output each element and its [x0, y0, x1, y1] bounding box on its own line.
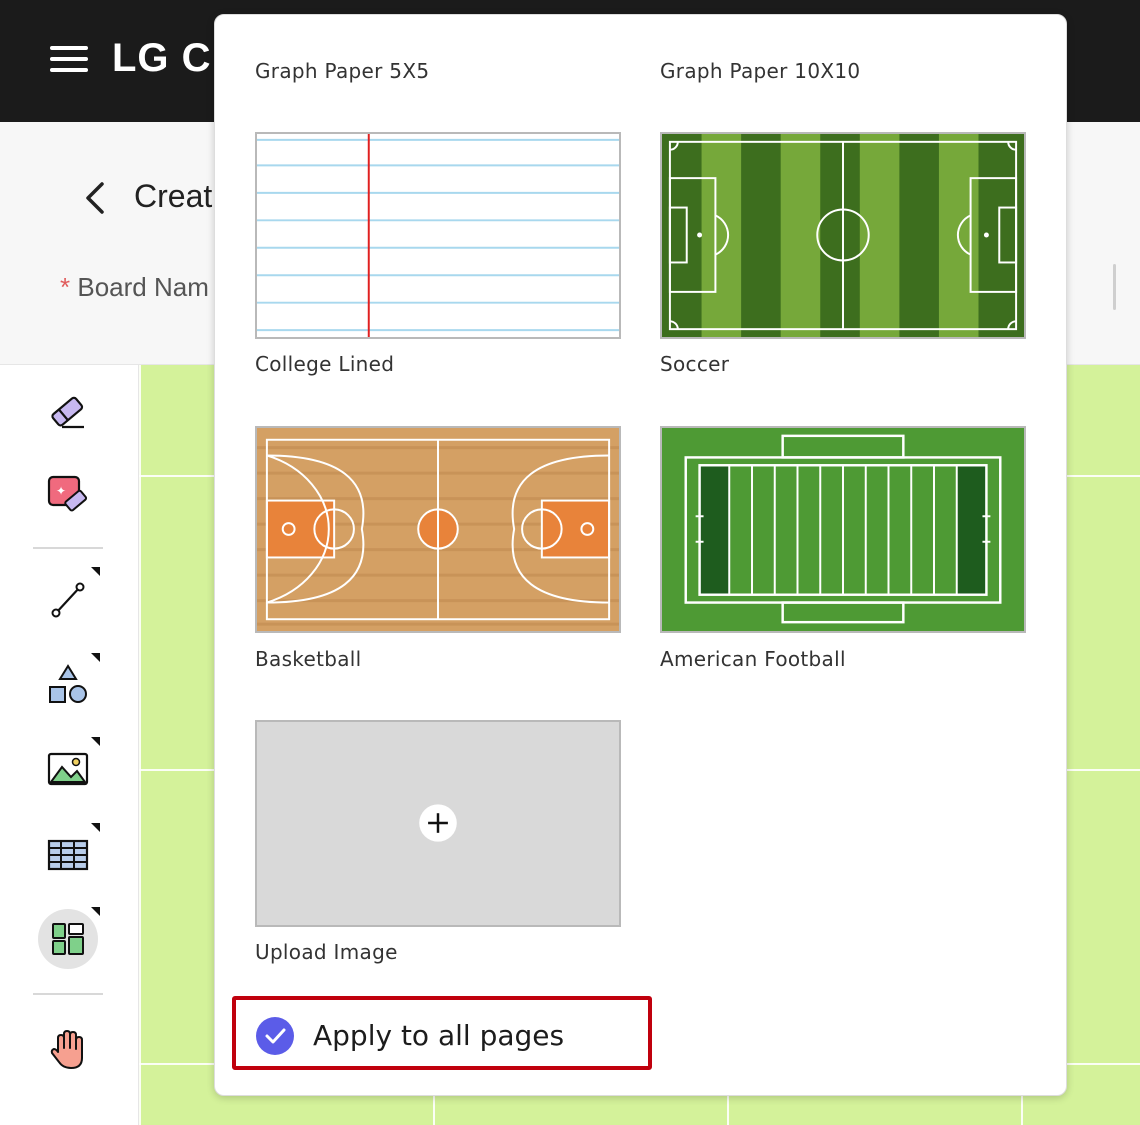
template-american-football[interactable] — [660, 426, 1026, 633]
template-label[interactable]: Graph Paper 5X5 — [255, 59, 429, 83]
apply-to-all-pages-label: Apply to all pages — [313, 1019, 565, 1052]
page-title: Creat — [134, 178, 213, 214]
upload-image-tile[interactable] — [255, 720, 621, 927]
template-icon[interactable] — [38, 907, 100, 969]
scrollbar[interactable] — [1113, 264, 1116, 310]
required-mark: * — [60, 272, 71, 302]
template-label[interactable]: American Football — [660, 647, 846, 671]
template-label[interactable]: Soccer — [660, 352, 729, 376]
eraser-icon[interactable] — [38, 381, 98, 441]
template-label[interactable]: College Lined — [255, 352, 394, 376]
board-name-text: Board Nam — [77, 272, 209, 302]
template-label[interactable]: Graph Paper 10X10 — [660, 59, 860, 83]
board-name-label: * Board Nam — [60, 272, 209, 303]
menu-icon[interactable] — [50, 46, 88, 76]
submenu-indicator — [91, 823, 100, 832]
template-label[interactable]: Basketball — [255, 647, 361, 671]
checkmark-icon[interactable] — [256, 1017, 294, 1055]
back-arrow-icon[interactable] — [82, 180, 108, 216]
shapes-icon[interactable] — [38, 653, 100, 715]
template-college-lined[interactable] — [255, 132, 621, 339]
magic-eraser-icon[interactable]: ✦ — [38, 463, 98, 523]
toolbar-divider — [33, 993, 103, 995]
submenu-indicator — [91, 737, 100, 746]
app-brand: LG Cr — [112, 36, 229, 80]
submenu-indicator — [91, 907, 100, 916]
background-template-panel: Graph Paper 5X5 Graph Paper 10X10 Colleg… — [214, 14, 1067, 1096]
template-label[interactable]: Upload Image — [255, 940, 398, 964]
svg-text:✦: ✦ — [56, 484, 66, 498]
submenu-indicator — [91, 567, 100, 576]
template-basketball[interactable] — [255, 426, 621, 633]
image-icon[interactable] — [38, 737, 100, 799]
toolbar-divider — [33, 547, 103, 549]
template-soccer[interactable] — [660, 132, 1026, 339]
apply-to-all-pages-checkbox[interactable]: Apply to all pages — [232, 996, 652, 1070]
table-icon[interactable] — [38, 823, 100, 885]
left-toolbar: ✦ — [0, 365, 139, 1125]
hand-icon[interactable] — [38, 1020, 98, 1080]
submenu-indicator — [91, 653, 100, 662]
line-icon[interactable] — [38, 567, 100, 629]
